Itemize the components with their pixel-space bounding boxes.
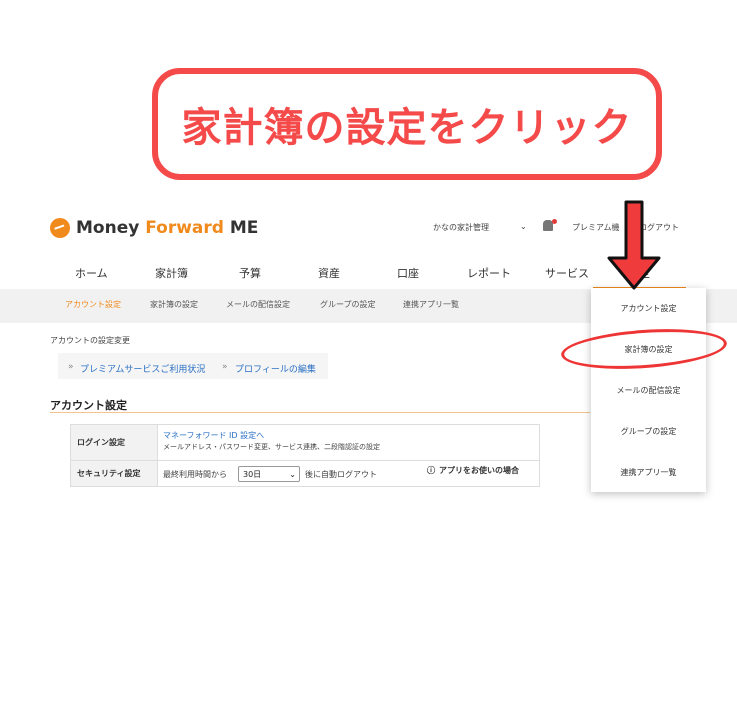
- subnav-household-settings[interactable]: 家計簿の設定: [150, 299, 198, 310]
- security-prefix: 最終利用時間から: [163, 470, 227, 479]
- logo-mark-icon: [50, 218, 70, 238]
- account-menu[interactable]: かなの家計管理: [433, 222, 489, 233]
- security-suffix: 後に自動ログアウト: [305, 470, 377, 479]
- dropdown-account-settings[interactable]: アカウント設定: [591, 303, 706, 314]
- instruction-callout: 家計簿の設定をクリック: [152, 68, 662, 180]
- dropdown-mail-settings[interactable]: メールの配信設定: [591, 385, 706, 396]
- section-title: アカウント設定: [50, 399, 127, 412]
- dropdown-linked-apps[interactable]: 連携アプリ一覧: [591, 467, 706, 478]
- chevron-down-icon[interactable]: ⌄: [520, 222, 527, 231]
- settings-dropdown: アカウント設定 家計簿の設定 メールの配信設定 グループの設定 連携アプリ一覧: [591, 288, 706, 492]
- instruction-text: 家計簿の設定をクリック: [181, 105, 633, 151]
- logo[interactable]: Money Forward ME: [50, 218, 258, 238]
- nav-reports[interactable]: レポート: [467, 265, 511, 281]
- profile-edit-link[interactable]: プロフィールの編集: [235, 362, 316, 375]
- page-subtitle: アカウントの設定変更: [50, 336, 130, 345]
- nav-accounts[interactable]: 口座: [397, 265, 419, 281]
- dropdown-group-settings[interactable]: グループの設定: [591, 426, 706, 437]
- auto-logout-select[interactable]: 30日 ⌄: [238, 466, 300, 482]
- moneyforward-id-link[interactable]: マネーフォワード ID 設定へ: [163, 430, 264, 441]
- login-description: メールアドレス・パスワード変更、サービス連携、二段階認証の設定: [163, 443, 380, 451]
- subnav-mail-settings[interactable]: メールの配信設定: [226, 299, 290, 310]
- info-icon: ⓘ: [427, 466, 435, 475]
- notification-dot: [552, 219, 557, 224]
- chevron-double-down-icon: »: [68, 362, 74, 372]
- auto-logout-value: 30日: [243, 469, 262, 479]
- subnav-linked-apps[interactable]: 連携アプリ一覧: [403, 299, 459, 310]
- nav-assets[interactable]: 資産: [318, 265, 340, 281]
- arrow-down-icon: [607, 200, 661, 290]
- login-settings-label: ログイン設定: [71, 425, 158, 460]
- premium-status-link[interactable]: プレミアムサービスご利用状況: [80, 362, 205, 375]
- nav-budget[interactable]: 予算: [239, 265, 261, 281]
- security-settings-label: セキュリティ設定: [71, 461, 158, 486]
- nav-home[interactable]: ホーム: [75, 265, 108, 281]
- nav-household[interactable]: 家計簿: [155, 265, 188, 281]
- subnav-account-settings[interactable]: アカウント設定: [65, 299, 121, 310]
- app-usage-note[interactable]: アプリをお使いの場合: [439, 465, 519, 476]
- section-divider: [50, 412, 590, 413]
- subnav-group-settings[interactable]: グループの設定: [320, 299, 376, 310]
- chevron-double-down-icon: »: [222, 362, 228, 372]
- chevron-down-icon: ⌄: [289, 469, 296, 479]
- logo-text: Money Forward ME: [76, 218, 259, 238]
- nav-services[interactable]: サービス: [545, 265, 589, 281]
